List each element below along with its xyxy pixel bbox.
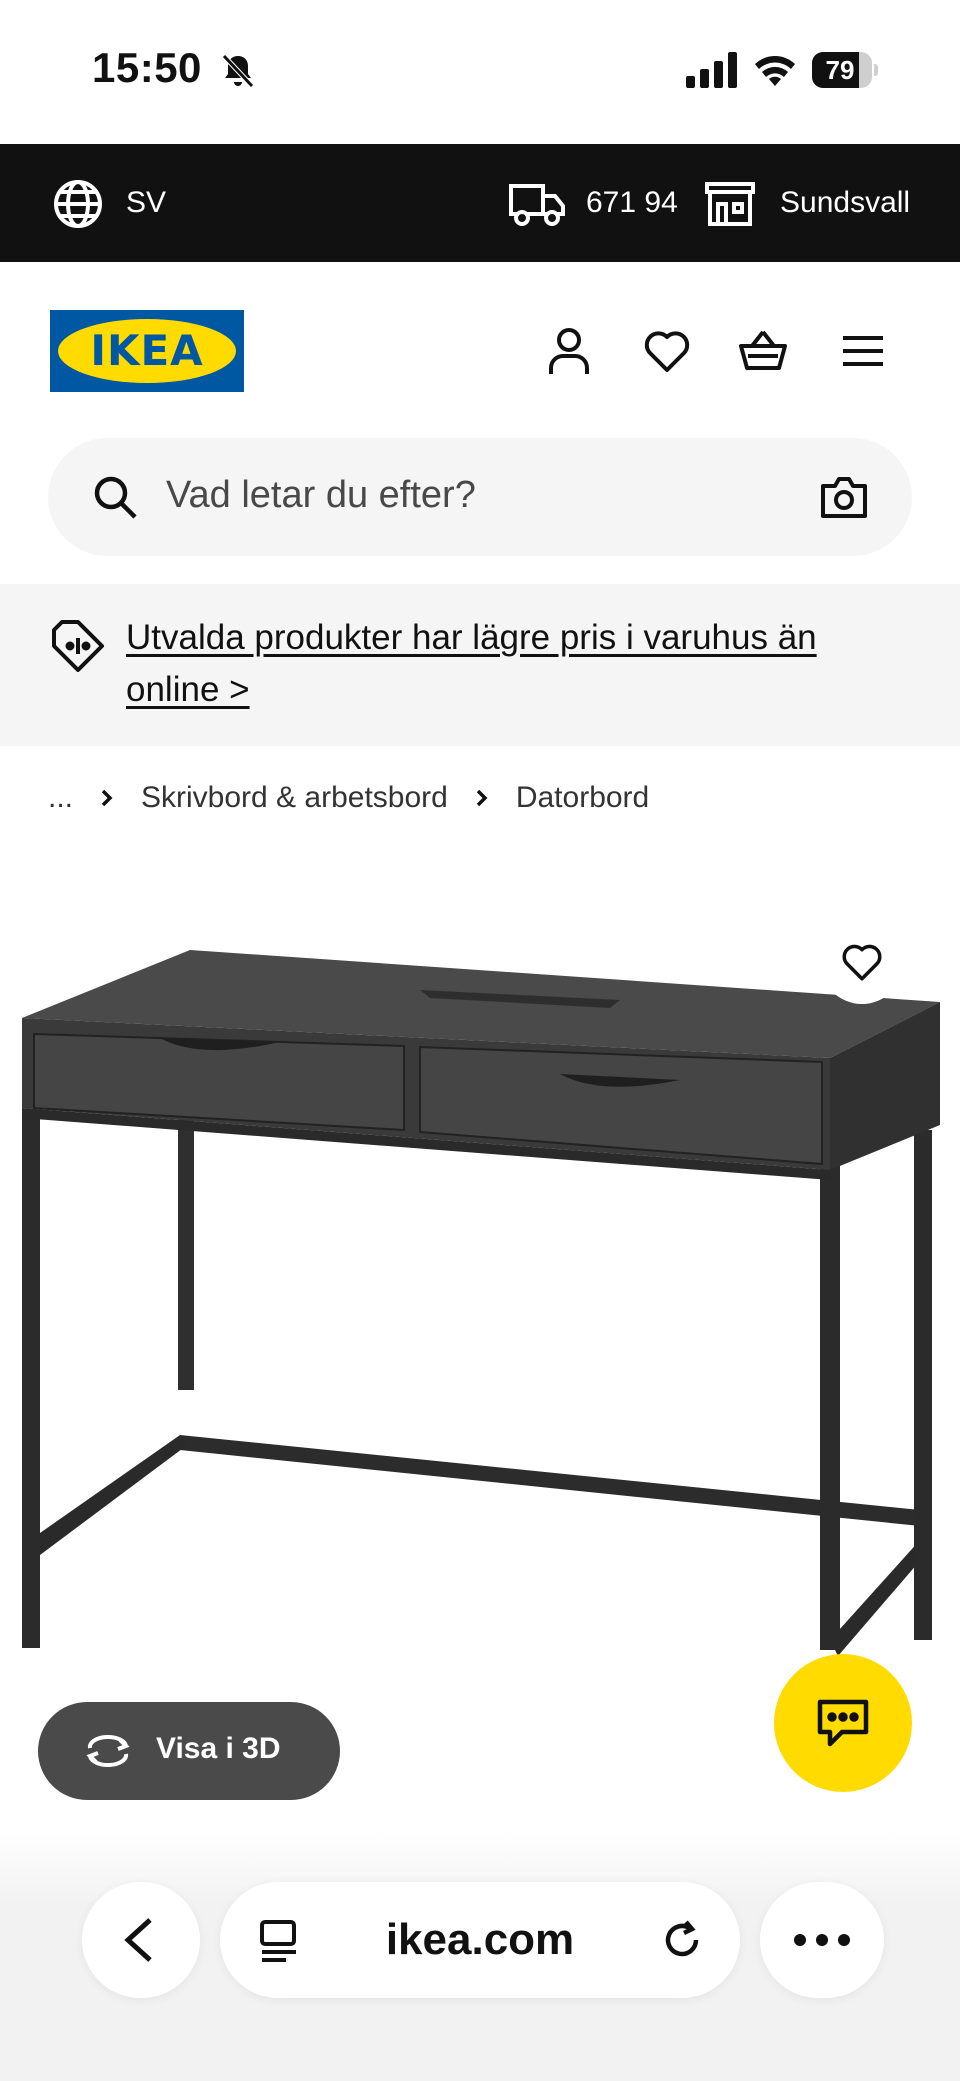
more-icon: [794, 1934, 850, 1946]
breadcrumb-ellipsis[interactable]: ...: [48, 781, 73, 815]
browser-more-button[interactable]: [760, 1882, 884, 1998]
signal-icon: [686, 52, 737, 88]
rotate-3d-icon: [86, 1734, 130, 1768]
chat-icon: [817, 1699, 869, 1747]
breadcrumb-item-datorbord[interactable]: Datorbord: [516, 781, 649, 815]
promo-link[interactable]: Utvalda produkter har lägre pris i varuh…: [126, 612, 886, 716]
location-bar: SV 671 94 Sundsvall: [0, 144, 960, 262]
back-icon: [124, 1918, 152, 1962]
browser-address-bar[interactable]: ikea.com: [220, 1882, 740, 1998]
search-icon[interactable]: [92, 474, 138, 520]
view-in-3d-label: Visa i 3D: [156, 1732, 281, 1765]
camera-icon[interactable]: [820, 474, 868, 520]
search-input[interactable]: Vad letar du efter?: [166, 474, 476, 517]
price-tag-icon: [52, 620, 104, 672]
battery-level: 79: [825, 55, 855, 85]
postcode-label[interactable]: 671 94: [586, 186, 678, 220]
store-icon[interactable]: [704, 180, 756, 226]
truck-icon[interactable]: [508, 178, 566, 228]
heart-icon[interactable]: [642, 326, 692, 376]
add-to-favourites-button[interactable]: [820, 920, 904, 1004]
chat-button[interactable]: [774, 1654, 912, 1792]
breadcrumb: ... Skrivbord & arbetsbord Datorbord: [48, 776, 649, 820]
browser-back-button[interactable]: [82, 1882, 200, 1998]
wifi-icon: [755, 56, 795, 86]
basket-icon[interactable]: [738, 326, 788, 376]
user-icon[interactable]: [544, 326, 594, 376]
menu-icon[interactable]: [838, 326, 888, 376]
globe-icon[interactable]: [52, 178, 104, 230]
chevron-right-icon: [101, 789, 113, 807]
promo-banner: Utvalda produkter har lägre pris i varuh…: [0, 584, 960, 746]
chevron-right-icon: [476, 789, 488, 807]
store-label[interactable]: Sundsvall: [780, 186, 910, 220]
battery-indicator: 79: [812, 52, 878, 88]
product-image[interactable]: [0, 850, 960, 1730]
search-bar[interactable]: Vad letar du efter?: [48, 438, 912, 556]
status-time: 15:50: [92, 44, 202, 91]
heart-icon: [842, 944, 882, 981]
bell-off-icon: [222, 54, 254, 88]
breadcrumb-item-skrivbord[interactable]: Skrivbord & arbetsbord: [141, 781, 448, 815]
desk-illustration: [22, 950, 940, 1656]
view-in-3d-button[interactable]: Visa i 3D: [38, 1702, 340, 1800]
status-bar: 15:50 79: [0, 0, 960, 144]
ikea-logo[interactable]: IKEA: [50, 310, 244, 392]
reload-icon[interactable]: [658, 1916, 706, 1964]
site-header: IKEA: [0, 262, 960, 412]
language-label[interactable]: SV: [126, 186, 166, 220]
